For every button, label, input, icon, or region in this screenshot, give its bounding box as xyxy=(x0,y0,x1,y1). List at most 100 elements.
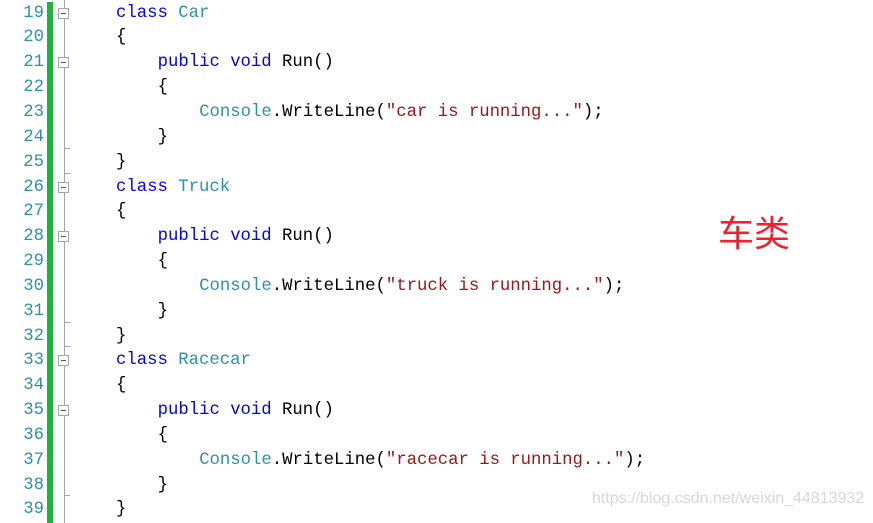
change-indicator-bar xyxy=(47,299,53,325)
change-indicator-bar xyxy=(47,274,53,300)
line-number: 36 xyxy=(23,425,44,445)
code-line[interactable]: 33 class Racecar xyxy=(0,349,873,375)
change-indicator-bar xyxy=(47,150,53,176)
code-line[interactable]: 36 { xyxy=(0,423,873,449)
line-number: 29 xyxy=(23,252,44,272)
collapse-icon[interactable] xyxy=(58,7,69,19)
code-line[interactable]: 30 Console.WriteLine("truck is running...… xyxy=(0,274,873,300)
keyword-token: public xyxy=(157,227,231,247)
code-token: { xyxy=(157,252,168,272)
code-text: { xyxy=(158,250,168,275)
code-token: { xyxy=(116,376,127,396)
line-number: 21 xyxy=(23,53,44,73)
code-text: class Racecar xyxy=(116,349,251,374)
code-line[interactable]: 26 class Truck xyxy=(0,175,873,201)
change-indicator-bar xyxy=(47,324,53,350)
keyword-token: void xyxy=(230,401,283,421)
code-token: { xyxy=(157,425,168,445)
keyword-token: public xyxy=(157,53,231,73)
code-line[interactable]: 32} xyxy=(0,324,873,350)
code-line[interactable]: 31} xyxy=(0,299,873,325)
collapse-icon[interactable] xyxy=(58,405,69,417)
keyword-token: class xyxy=(116,3,179,23)
code-text: } xyxy=(116,498,126,523)
change-indicator-bar xyxy=(47,250,53,275)
change-indicator-bar xyxy=(47,100,53,126)
code-token: { xyxy=(116,202,127,222)
line-number: 35 xyxy=(23,401,44,421)
string-token: "car is running..." xyxy=(385,102,583,122)
code-line[interactable]: 25} xyxy=(0,150,873,176)
code-text: class Car xyxy=(116,2,209,27)
code-line[interactable]: 23 Console.WriteLine("car is running...")… xyxy=(0,100,873,126)
fold-guide xyxy=(64,274,65,300)
change-indicator-bar xyxy=(47,473,53,499)
code-line[interactable]: 34 { xyxy=(0,374,873,400)
code-token: Run() xyxy=(282,53,334,73)
type-token: Car xyxy=(178,3,210,23)
code-editor[interactable]: 19 class Car 20 {21 public void Run() 22 {23 Co… xyxy=(0,1,873,523)
line-number: 22 xyxy=(23,78,44,98)
code-text: class Truck xyxy=(116,176,230,201)
code-line[interactable]: 37 Console.WriteLine("racecar is running.… xyxy=(0,448,873,474)
fold-guide xyxy=(64,200,65,226)
fold-end-tick xyxy=(64,147,70,149)
change-indicator-bar xyxy=(47,374,53,400)
code-text: Console.WriteLine("racecar is running...… xyxy=(199,449,645,474)
code-token: } xyxy=(116,500,127,520)
change-indicator-bar xyxy=(47,51,53,77)
fold-guide xyxy=(64,423,65,449)
type-token: Console xyxy=(199,102,272,122)
collapse-icon[interactable] xyxy=(58,355,69,367)
fold-end-tick xyxy=(64,321,70,323)
code-token: .WriteLine( xyxy=(271,102,386,122)
code-text: public void Run() xyxy=(158,225,334,250)
line-number: 23 xyxy=(23,102,44,122)
change-indicator-bar xyxy=(47,225,53,251)
collapse-icon[interactable] xyxy=(58,231,69,243)
code-text: { xyxy=(158,424,168,449)
code-text: { xyxy=(116,200,126,225)
line-number: 24 xyxy=(23,127,44,147)
line-number: 27 xyxy=(23,202,44,222)
code-line[interactable]: 24} xyxy=(0,125,873,151)
line-number: 20 xyxy=(23,28,44,48)
code-text: } xyxy=(116,151,126,176)
code-token: } xyxy=(116,326,127,346)
fold-guide xyxy=(64,374,65,400)
code-line[interactable]: 19 class Car xyxy=(0,1,873,27)
change-indicator-bar xyxy=(47,399,53,424)
code-text: { xyxy=(158,76,168,101)
fold-guide xyxy=(64,448,65,474)
line-number: 32 xyxy=(23,326,44,346)
code-token: .WriteLine( xyxy=(271,276,386,296)
fold-end-tick xyxy=(64,172,70,174)
code-text: Console.WriteLine("truck is running...")… xyxy=(199,275,624,300)
code-line[interactable]: 35 public void Run() xyxy=(0,399,873,424)
change-indicator-bar xyxy=(47,125,53,151)
fold-guide xyxy=(64,498,65,523)
string-token: "racecar is running..." xyxy=(385,450,625,470)
change-indicator-bar xyxy=(47,200,53,226)
type-token: Console xyxy=(199,450,272,470)
code-token: } xyxy=(116,152,127,172)
line-number: 38 xyxy=(23,475,44,495)
code-line[interactable]: 21 public void Run() xyxy=(0,51,873,77)
annotation-label: 车类 xyxy=(718,214,791,255)
collapse-icon[interactable] xyxy=(58,57,69,69)
code-token: Run() xyxy=(282,401,334,421)
line-number: 28 xyxy=(23,227,44,247)
collapse-icon[interactable] xyxy=(58,181,69,193)
code-line[interactable]: 20 { xyxy=(0,26,873,52)
code-line[interactable]: 22 { xyxy=(0,76,873,101)
line-number: 31 xyxy=(23,301,44,321)
line-number: 33 xyxy=(23,351,44,371)
code-token: } xyxy=(157,475,168,495)
watermark: https://blog.csdn.net/weixin_44813932 xyxy=(592,490,865,507)
line-number: 30 xyxy=(23,276,44,296)
change-indicator-bar xyxy=(47,498,53,523)
code-text: } xyxy=(158,474,168,499)
code-text: } xyxy=(158,300,168,325)
type-token: Truck xyxy=(178,177,231,197)
code-token: { xyxy=(157,78,168,98)
